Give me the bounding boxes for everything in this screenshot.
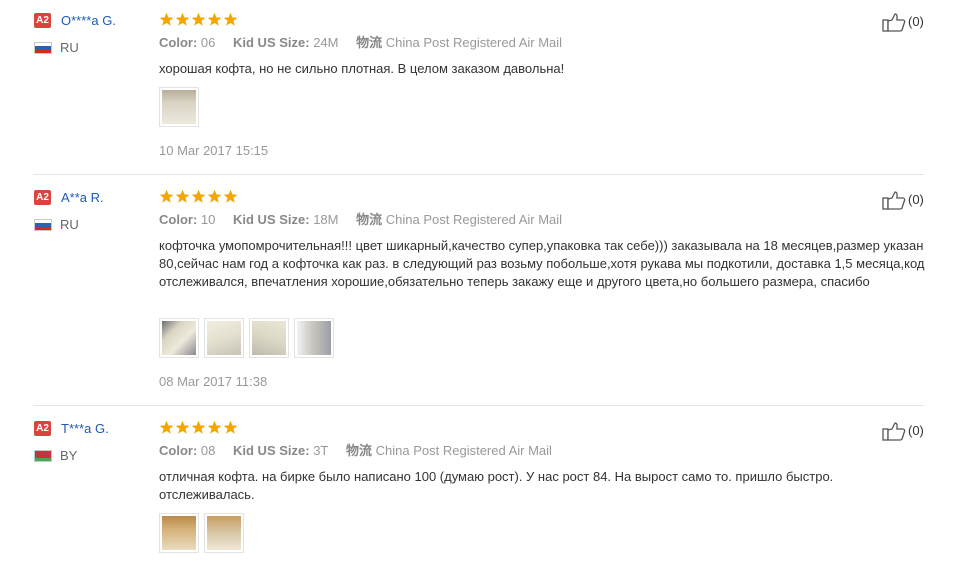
review-date: 08 Mar 2017 11:38 [159, 374, 268, 389]
reviewer-country: BY [60, 448, 78, 463]
reviewer-name[interactable]: A**a R. [61, 190, 104, 206]
review-text: хорошая кофта, но не сильно плотная. В ц… [159, 61, 565, 76]
logistics-label: 物流 [346, 443, 373, 458]
size-value: 3T [313, 443, 329, 458]
thumbs-up-icon [882, 422, 906, 441]
helpful-count: (0) [908, 192, 924, 207]
star-rating [159, 189, 238, 204]
logistics-label: 物流 [356, 35, 383, 50]
review-photos [159, 87, 199, 127]
thumbs-up-icon [882, 13, 906, 32]
review-divider [33, 174, 924, 175]
color-label: Color: [159, 212, 198, 227]
review-date: 10 Mar 2017 15:15 [159, 143, 269, 158]
color-value: 06 [200, 35, 216, 50]
shipping-method: China Post Registered Air Mail [385, 212, 563, 227]
reviewer-name[interactable]: T***a G. [61, 421, 109, 437]
review-text: отличная кофта. на бирке было написано 1… [159, 469, 834, 502]
star-icon [159, 420, 174, 434]
review-divider [33, 405, 924, 406]
star-icon [207, 189, 222, 203]
star-icon [191, 189, 206, 203]
star-rating [159, 420, 238, 435]
star-icon [223, 12, 238, 26]
logistics-label: 物流 [356, 212, 383, 227]
color-label: Color: [159, 443, 198, 458]
thumbs-up-icon [882, 191, 906, 210]
star-icon [207, 12, 222, 26]
review-photo-thumbnail[interactable] [249, 318, 289, 358]
review-text: кофточка умопомрочительная!!! цвет шикар… [159, 238, 925, 289]
star-icon [191, 12, 206, 26]
helpful-count: (0) [908, 423, 924, 438]
review-photos [159, 318, 334, 358]
star-icon [159, 12, 174, 26]
star-icon [175, 12, 190, 26]
helpful-vote-button[interactable]: (0) [882, 421, 924, 441]
reviewer-country: RU [60, 40, 79, 55]
order-attributes: Color: 10 Kid US Size: 18M 物流 China Post… [159, 212, 562, 228]
star-icon [159, 189, 174, 203]
shipping-method: China Post Registered Air Mail [375, 443, 552, 458]
helpful-vote-button[interactable]: (0) [882, 12, 924, 32]
reviewer-name[interactable]: O****a G. [61, 13, 116, 29]
star-icon [207, 420, 222, 434]
size-value: 24M [313, 35, 339, 50]
reviewer-country: RU [60, 217, 79, 232]
star-icon [223, 420, 238, 434]
order-attributes: Color: 06 Kid US Size: 24M 物流 China Post… [159, 35, 562, 51]
country-flag-icon [34, 450, 52, 462]
order-attributes: Color: 08 Kid US Size: 3T 物流 China Post … [159, 443, 552, 459]
buyer-level-badge: A2 [34, 190, 51, 205]
size-label: Kid US Size: [233, 443, 310, 458]
helpful-vote-button[interactable]: (0) [882, 190, 924, 210]
size-label: Kid US Size: [233, 35, 310, 50]
review-photo-thumbnail[interactable] [204, 318, 244, 358]
helpful-count: (0) [908, 14, 924, 29]
shipping-method: China Post Registered Air Mail [385, 35, 563, 50]
country-flag-icon [34, 42, 52, 54]
buyer-level-badge: A2 [34, 421, 51, 436]
country-flag-icon [34, 219, 52, 231]
star-rating [159, 12, 238, 27]
buyer-level-badge: A2 [34, 13, 51, 28]
review-photo-thumbnail[interactable] [159, 87, 199, 127]
star-icon [191, 420, 206, 434]
size-label: Kid US Size: [233, 212, 310, 227]
star-icon [223, 189, 238, 203]
color-value: 08 [200, 443, 216, 458]
review-photo-thumbnail[interactable] [294, 318, 334, 358]
color-label: Color: [159, 35, 198, 50]
review-photo-thumbnail[interactable] [204, 513, 244, 553]
review-photo-thumbnail[interactable] [159, 513, 199, 553]
size-value: 18M [313, 212, 339, 227]
review-photo-thumbnail[interactable] [159, 318, 199, 358]
review-photos [159, 513, 244, 553]
color-value: 10 [200, 212, 216, 227]
star-icon [175, 189, 190, 203]
star-icon [175, 420, 190, 434]
